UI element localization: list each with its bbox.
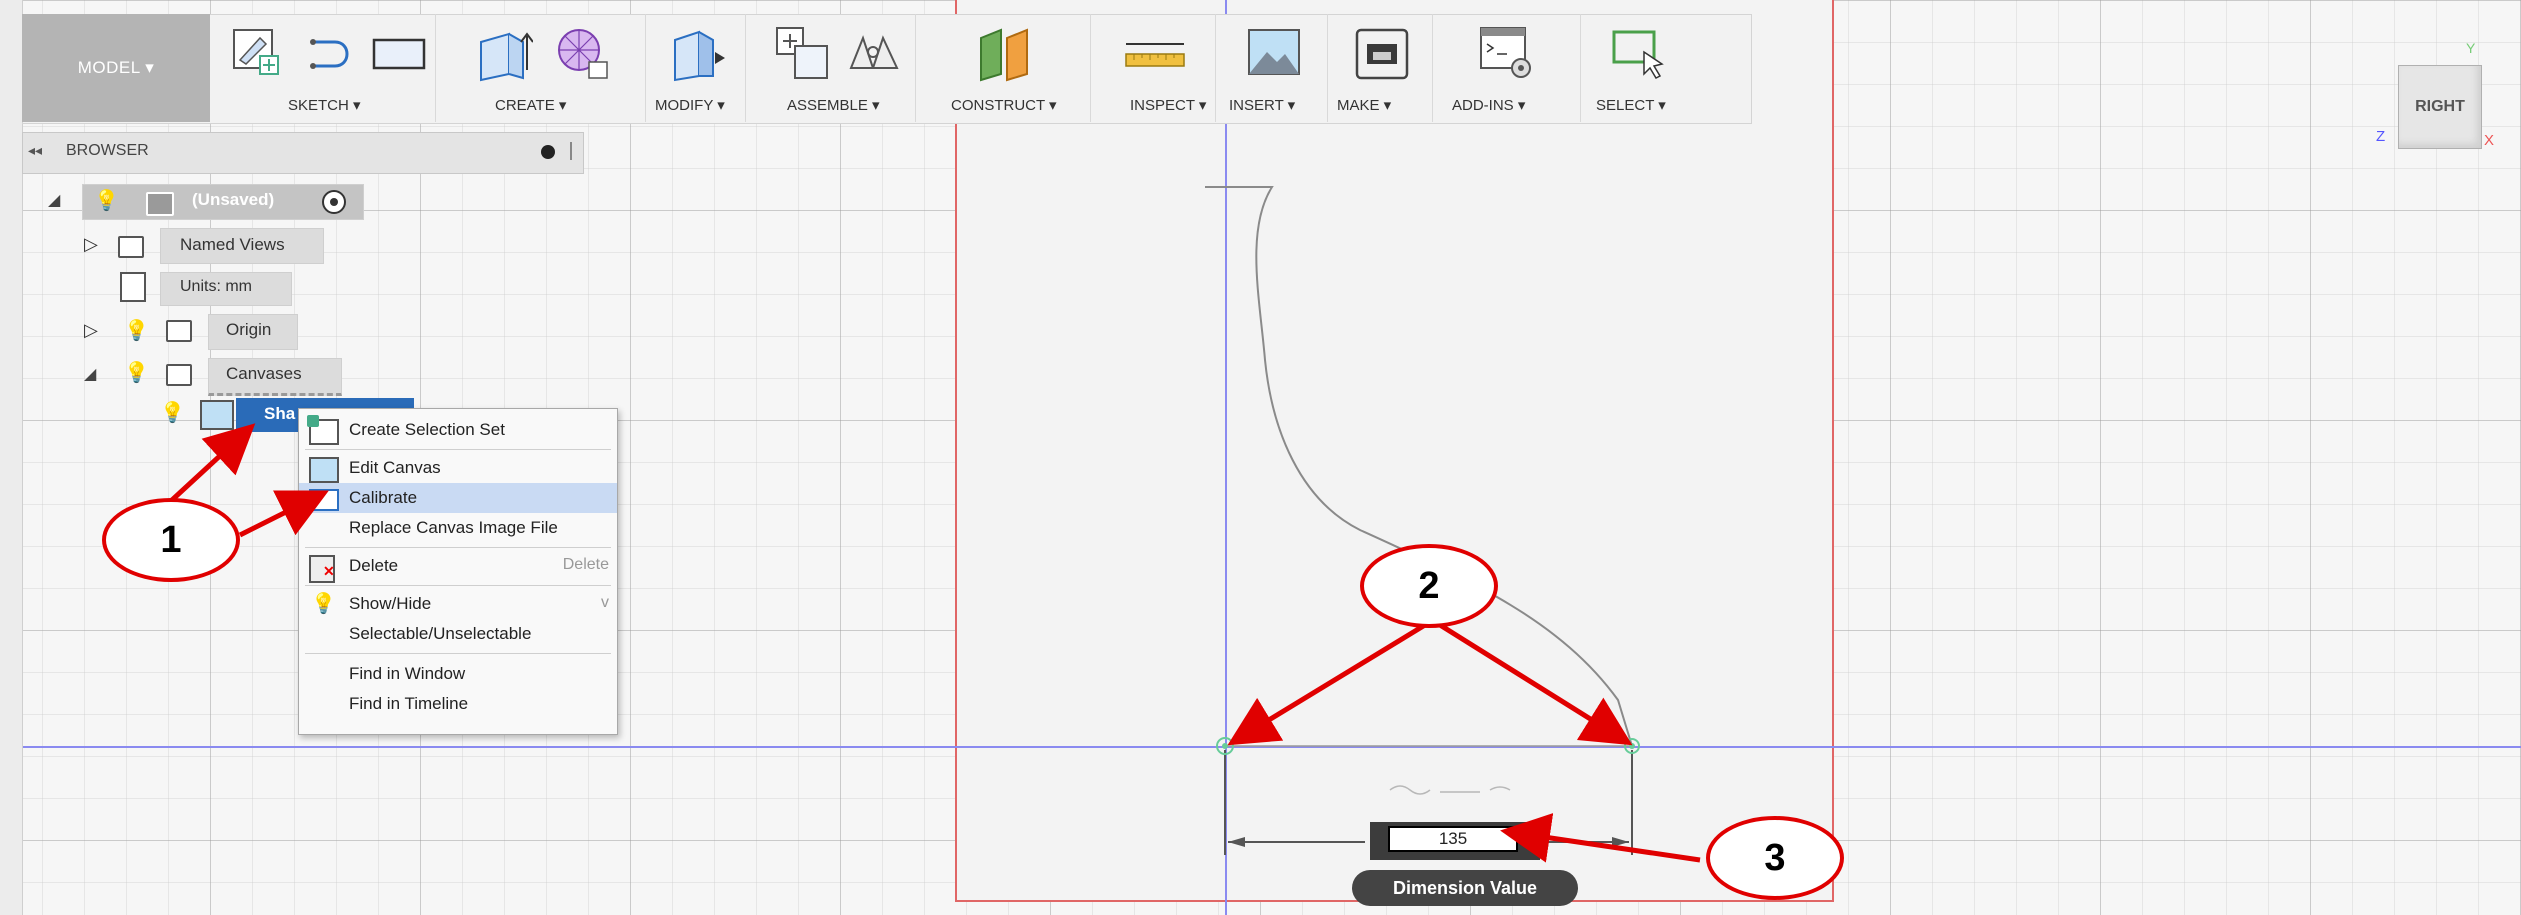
fusion-window: MODEL ▾ SKETCH ▾ CREATE ▾ MODIFY ▾ ASSEM… [0,0,2521,915]
annotation-arrows [170,423,1701,863]
callout-2: 2 [1360,544,1498,628]
arrow-2b [1438,622,1633,746]
arrow-2a [1227,622,1427,746]
callout-2-label: 2 [1418,564,1440,607]
arrow-3 [1500,813,1701,863]
arrow-1b [238,490,329,538]
callout-3: 3 [1706,816,1844,900]
callout-3-label: 3 [1764,836,1786,879]
callout-1: 1 [102,498,240,582]
callout-1-label: 1 [160,518,182,561]
arrow-1a [170,423,256,502]
